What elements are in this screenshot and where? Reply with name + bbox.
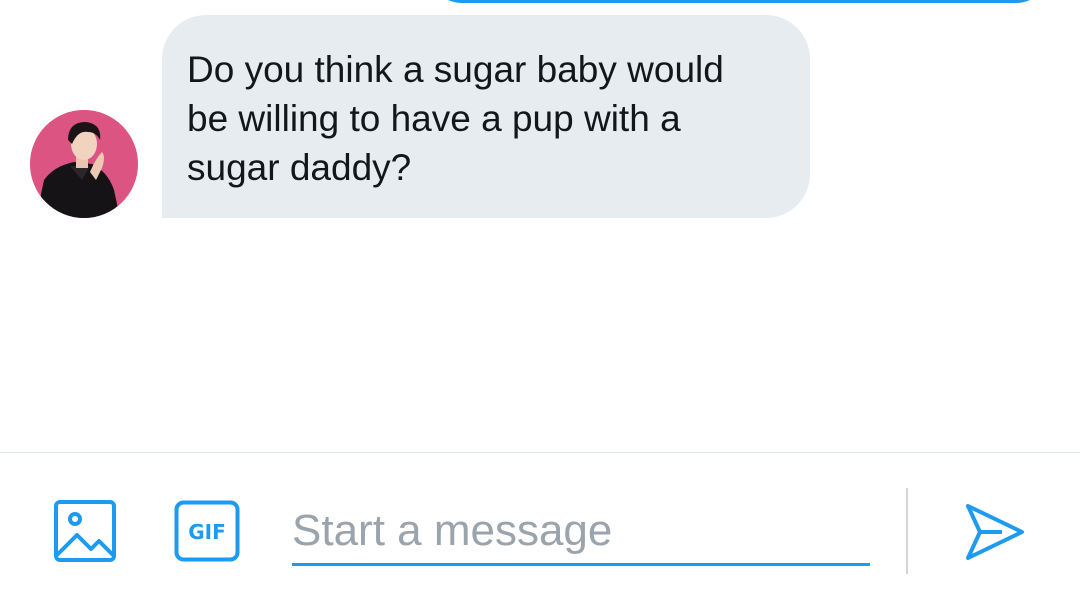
dm-conversation-screen: Do you think a sugar baby would be willi… [0, 0, 1080, 600]
sent-message-bubble-edge [428, 0, 1050, 3]
gif-label: GIF [188, 520, 226, 544]
image-icon [54, 500, 116, 562]
avatar-photo [30, 110, 138, 218]
message-text: Do you think a sugar baby would be willi… [187, 49, 724, 188]
add-gif-button[interactable]: GIF [174, 500, 240, 562]
add-media-button[interactable] [53, 499, 117, 563]
gif-icon: GIF [174, 500, 240, 562]
message-input[interactable] [292, 498, 870, 566]
received-message-bubble[interactable]: Do you think a sugar baby would be willi… [162, 15, 810, 218]
send-icon [966, 504, 1024, 560]
composer-divider [0, 452, 1080, 453]
avatar[interactable] [30, 110, 138, 218]
composer-separator [906, 488, 908, 574]
send-button[interactable] [962, 500, 1026, 564]
